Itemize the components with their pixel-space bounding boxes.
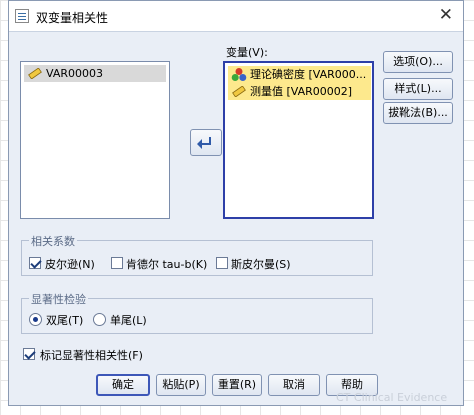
significance-group-title: 显著性检验 [29,291,88,307]
variable-name: 理论碘密度 [VAR000... [250,68,367,81]
source-variable-list[interactable]: VAR00003 [20,61,170,219]
flag-significant-checkbox[interactable] [23,348,35,360]
title-bar: 双变量相关性 ✕ [9,1,463,32]
ruler-icon [232,86,246,97]
variable-name: VAR00003 [46,67,103,80]
list-item[interactable]: 测量值 [VAR00002] [228,83,371,100]
paste-button[interactable]: 粘贴(P) [156,374,206,396]
style-button[interactable]: 样式(L)... [383,78,453,100]
two-tailed-radio[interactable] [29,313,42,326]
watermark-text: CT Clinical Evidence [336,391,448,404]
variables-label: 变量(V): [226,46,268,59]
variable-name: 测量值 [VAR00002] [250,85,353,98]
flag-significant-label[interactable]: 标记显著性相关性(F) [40,347,143,363]
list-item[interactable]: VAR00003 [24,65,166,82]
ok-button[interactable]: 确定 [96,374,150,396]
list-item[interactable]: 理论碘密度 [VAR000... [228,66,371,83]
one-tailed-label[interactable]: 单尾(L) [110,312,147,328]
kendall-checkbox[interactable] [111,257,123,269]
spearman-label[interactable]: 斯皮尔曼(S) [231,256,291,272]
pearson-label[interactable]: 皮尔逊(N) [45,256,95,272]
pearson-checkbox[interactable] [29,257,41,269]
one-tailed-radio[interactable] [93,313,106,326]
arrow-left-icon [197,137,211,149]
correlation-group-title: 相关系数 [29,233,77,249]
dialog-title: 双变量相关性 [36,11,109,25]
bootstrap-button[interactable]: 拔靴法(B)... [383,102,453,124]
nominal-variable-icon [231,68,247,81]
options-button[interactable]: 选项(O)... [383,51,453,73]
dialog-icon [15,9,29,23]
cancel-button[interactable]: 取消 [268,374,320,396]
close-icon[interactable]: ✕ [439,5,453,25]
two-tailed-label[interactable]: 双尾(T) [46,312,83,328]
bivariate-correlations-dialog: 双变量相关性 ✕ VAR00003 变量(V): 理论碘密度 [VAR000..… [8,0,464,406]
spearman-checkbox[interactable] [216,257,228,269]
reset-button[interactable]: 重置(R) [212,374,262,396]
move-variable-button[interactable] [190,129,222,156]
target-variable-list[interactable]: 理论碘密度 [VAR000... 测量值 [VAR00002] [223,61,374,219]
kendall-label[interactable]: 肯德尔 tau-b(K) [126,256,207,272]
ruler-icon [28,68,42,79]
